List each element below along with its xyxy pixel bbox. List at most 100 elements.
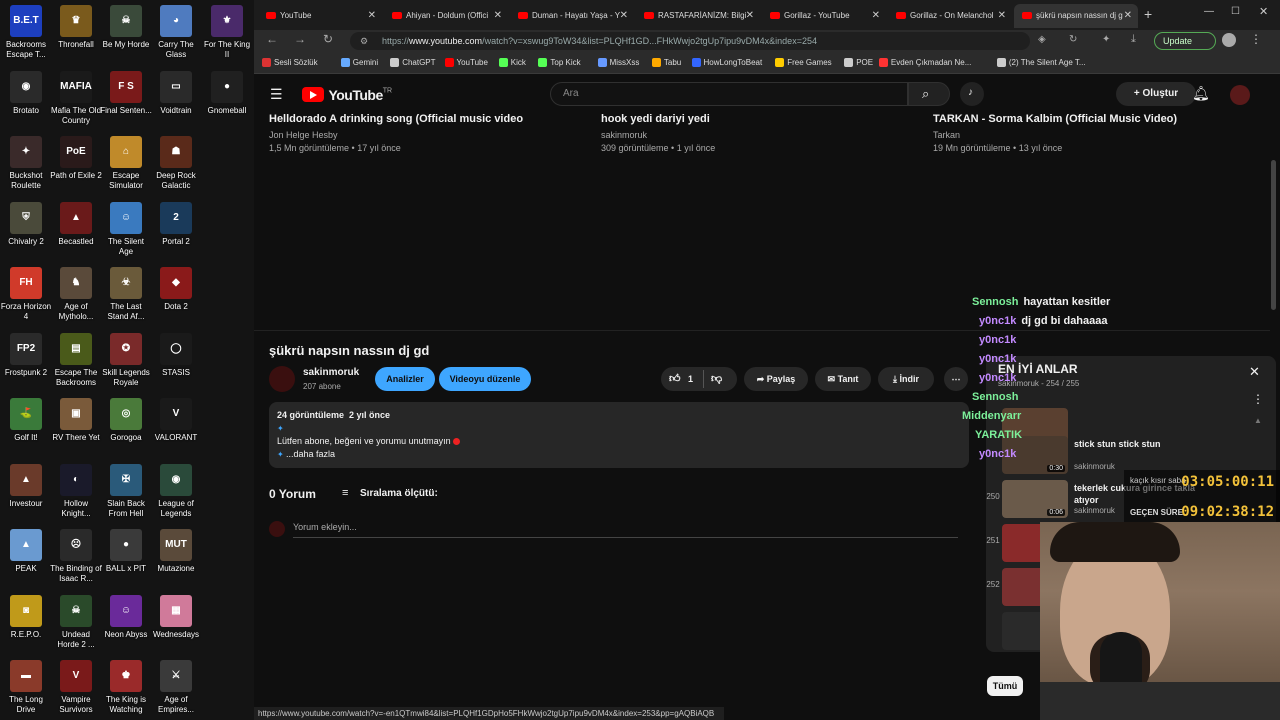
desktop-icon[interactable]: ▣ RV There Yet: [50, 398, 102, 443]
related-title[interactable]: Helldorado A drinking song (Official mus…: [269, 113, 569, 125]
ext2-icon[interactable]: ✦: [1102, 34, 1110, 45]
analytics-button[interactable]: Analizler: [375, 367, 435, 391]
desktop-icon[interactable]: ▲ Becastled: [50, 201, 102, 247]
desktop-icon[interactable]: ♚ The King is Watching: [100, 660, 152, 715]
create-button[interactable]: + Oluştur: [1116, 82, 1196, 106]
download-icon[interactable]: ⤓: [1131, 33, 1136, 46]
desktop-icon[interactable]: ☠ Be My Horde: [100, 5, 152, 50]
url-field[interactable]: ⚙ https://www.youtube.com/watch?v=xswug9T…: [350, 32, 1030, 50]
promote-button[interactable]: ✉ Tanıt: [815, 367, 871, 391]
account-avatar[interactable]: [1230, 85, 1250, 105]
bookmark-item[interactable]: POE: [844, 56, 873, 70]
desktop-icon[interactable]: ✦ Buckshot Roulette: [0, 136, 52, 191]
close-icon[interactable]: ✕: [1249, 364, 1260, 380]
desktop-icon[interactable]: FH Forza Horizon 4: [0, 267, 52, 322]
menu-icon[interactable]: ⋮: [1250, 32, 1262, 46]
bookmark-item[interactable]: ChatGPT: [390, 56, 436, 70]
tab-duman[interactable]: Duman - Hayatı Yaşa - Y ✕: [510, 4, 634, 28]
playlist-menu-icon[interactable]: ⋮: [1252, 392, 1264, 406]
tab-gorillaz[interactable]: Gorillaz - YouTube ✕: [762, 4, 886, 28]
update-button[interactable]: Update: [1154, 32, 1216, 50]
desktop-icon[interactable]: ⛨ Chivalry 2: [0, 201, 52, 247]
related-title[interactable]: TARKAN - Sorma Kalbim (Official Music Vi…: [933, 113, 1233, 125]
desktop-icon[interactable]: ◯ STASIS: [150, 332, 202, 378]
tab-ahiyan[interactable]: Ahiyan - Doldum (Offici ✕: [384, 4, 508, 28]
bookmark-item[interactable]: Top Kick: [538, 56, 581, 70]
desktop-icon[interactable]: ⚔ Age of Empires...: [150, 660, 202, 715]
desktop-icon[interactable]: FP2 Frostpunk 2: [0, 332, 52, 378]
description-box[interactable]: 24 görüntüleme 2 yıl önce ✦ Lütfen abone…: [269, 402, 969, 468]
bookmark-item[interactable]: MissXss: [597, 56, 639, 70]
new-tab-icon[interactable]: +: [1144, 6, 1152, 22]
download-button[interactable]: ⤓ İndir: [878, 367, 934, 391]
desktop-icon[interactable]: ▲ PEAK: [0, 529, 52, 574]
channel-name[interactable]: sakinmoruk: [303, 367, 359, 378]
desktop-icon[interactable]: F S Final Senten...: [100, 70, 152, 116]
desktop-icon[interactable]: ⌂ Escape Simulator: [100, 136, 152, 191]
desktop-icon[interactable]: ◙ R.E.P.O.: [0, 594, 52, 640]
desktop-icon[interactable]: ☺ The Silent Age: [100, 201, 152, 257]
close-icon[interactable]: ✕: [494, 4, 502, 28]
youtube-logo[interactable]: YouTubeTR: [302, 86, 392, 104]
extensions-icon[interactable]: ◈: [1038, 34, 1046, 45]
search-button[interactable]: ⌕: [908, 82, 950, 106]
tab-gorillaz-melancholy[interactable]: Gorillaz - On Melanchol ✕: [888, 4, 1012, 28]
desktop-icon[interactable]: ✠ Slain Back From Hell: [100, 463, 152, 519]
desktop-icon[interactable]: ♛ Thronefall: [50, 5, 102, 50]
bookmark-item[interactable]: (2) The Silent Age T...: [996, 56, 1086, 70]
sort-icon[interactable]: ≡: [342, 487, 348, 499]
desktop-icon[interactable]: ▲ Investour: [0, 463, 52, 509]
search-input[interactable]: Ara: [550, 82, 908, 106]
refresh-ext-icon[interactable]: ↻: [1069, 34, 1077, 45]
back-icon[interactable]: ←: [266, 32, 278, 46]
desktop-icon[interactable]: ☠ Undead Horde 2 ...: [50, 594, 102, 650]
forward-icon[interactable]: →: [294, 32, 306, 46]
scrollbar[interactable]: [1271, 160, 1276, 310]
close-icon[interactable]: ✕: [746, 4, 754, 28]
bookmark-item[interactable]: YouTube: [444, 56, 488, 70]
bookmark-item[interactable]: HowLongToBeat: [691, 56, 762, 70]
tab-current[interactable]: şükrü napsın nassın dj g ✕: [1014, 4, 1138, 28]
tab-youtube[interactable]: YouTube ✕: [258, 4, 382, 28]
desktop-icon[interactable]: ▦ Wednesdays: [150, 594, 202, 640]
desktop-icon[interactable]: ☺ Neon Abyss: [100, 594, 152, 640]
sort-label[interactable]: Sıralama ölçütü:: [360, 488, 438, 499]
tab-rastafarianizm[interactable]: RASTAFARİANİZM: Bilgi ✕: [636, 4, 760, 28]
notifications-icon[interactable]: 🔔︎: [1192, 85, 1210, 102]
profile-avatar[interactable]: [1222, 33, 1236, 47]
desktop-icon[interactable]: ▤ Escape The Backrooms: [50, 332, 102, 388]
desktop-icon[interactable]: MUT Mutazione: [150, 529, 202, 574]
related-channel[interactable]: sakinmoruk: [601, 130, 901, 140]
comment-input[interactable]: Yorum ekleyin...: [293, 520, 958, 538]
hamburger-icon[interactable]: ☰: [270, 86, 283, 103]
bookmark-item[interactable]: Tabu: [651, 56, 681, 70]
desktop-icon[interactable]: ▬ The Long Drive: [0, 660, 52, 715]
close-window-icon[interactable]: ✕: [1259, 5, 1268, 18]
reload-icon[interactable]: ↻: [323, 32, 333, 46]
desktop-icon[interactable]: ◉ Brotato: [0, 70, 52, 116]
minimize-icon[interactable]: —: [1204, 6, 1214, 17]
desktop-icon[interactable]: ● Gnomeball: [201, 70, 253, 116]
desktop-icon[interactable]: ◐ Hollow Knight...: [50, 463, 102, 519]
desktop-icon[interactable]: MAFIA Mafia The Old Country: [50, 70, 102, 126]
channel-avatar[interactable]: [269, 366, 295, 392]
related-video-card[interactable]: TARKAN - Sorma Kalbim (Official Music Vi…: [933, 113, 1233, 153]
desktop-icon[interactable]: ◆ Dota 2: [150, 267, 202, 312]
desktop-icon[interactable]: ⚜ For The King II: [201, 5, 253, 60]
voice-search-button[interactable]: ♪: [960, 82, 984, 106]
close-icon[interactable]: ✕: [1124, 4, 1132, 28]
related-title[interactable]: hook yedi dariyi yedi: [601, 113, 901, 125]
close-icon[interactable]: ✕: [872, 4, 880, 28]
desktop-icon[interactable]: ◕ Carry The Glass: [150, 5, 202, 60]
desktop-icon[interactable]: ◎ Gorogoa: [100, 398, 152, 443]
desktop-icon[interactable]: ☹ The Binding of Isaac R...: [50, 529, 102, 584]
filter-all-chip[interactable]: Tümü: [987, 676, 1023, 696]
related-video-card[interactable]: hook yedi dariyi yedi sakinmoruk 309 gör…: [601, 113, 901, 153]
related-channel[interactable]: Jon Helge Hesby: [269, 130, 569, 140]
desktop-icon[interactable]: ☗ Deep Rock Galactic: [150, 136, 202, 191]
dislike-icon[interactable]: 👎︎: [711, 367, 722, 391]
share-button[interactable]: ➦ Paylaş: [744, 367, 808, 391]
desktop-icon[interactable]: ✪ Skill Legends Royale: [100, 332, 152, 388]
related-video-card[interactable]: Helldorado A drinking song (Official mus…: [269, 113, 569, 153]
desktop-icon[interactable]: PoE Path of Exile 2: [50, 136, 102, 181]
